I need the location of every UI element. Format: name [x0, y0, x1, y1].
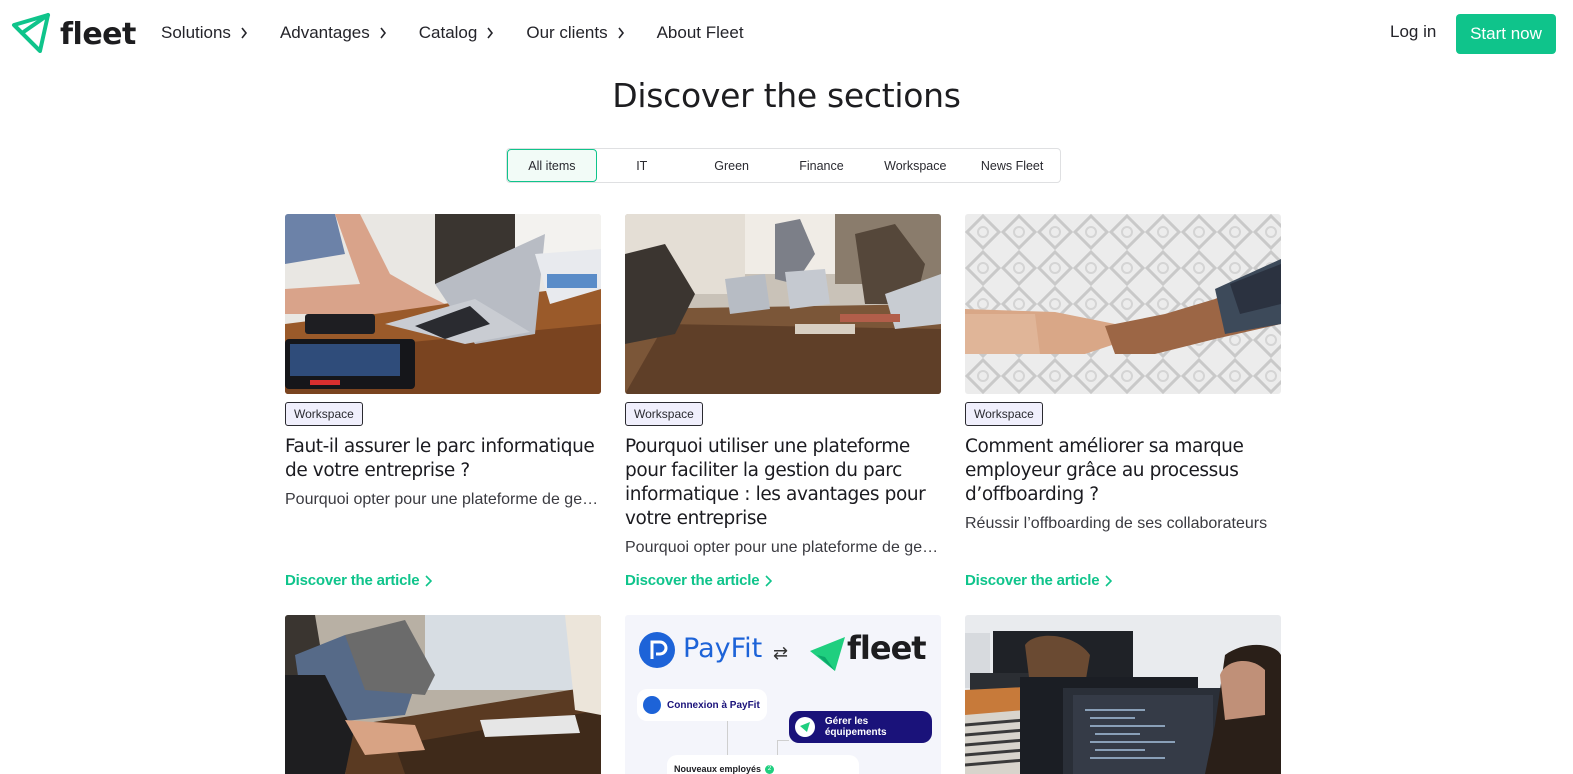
login-link[interactable]: Log in	[1390, 22, 1436, 42]
article-card: Workspace Faut-il assurer le parc inform…	[285, 214, 601, 594]
chevron-right-icon	[765, 574, 773, 587]
nav-about-fleet[interactable]: About Fleet	[657, 22, 744, 44]
nav-label: Solutions	[161, 23, 231, 42]
connect-label: Connexion à PayFit	[667, 699, 760, 711]
new-employees-label: Nouveaux employés	[674, 764, 762, 774]
tab-all-items[interactable]: All items	[507, 149, 597, 182]
tab-news-fleet[interactable]: News Fleet	[964, 149, 1060, 182]
article-excerpt: Réussir l’offboarding de ses collaborate…	[965, 515, 1268, 532]
manage-label: Gérer les équipements	[824, 716, 887, 738]
team-table-image	[285, 615, 601, 774]
article-thumbnail[interactable]	[285, 615, 601, 774]
article-card: Workspace Pourquoi utiliser une platefor…	[625, 214, 941, 594]
fleet-label: fleet	[847, 629, 927, 667]
tab-finance[interactable]: Finance	[777, 149, 867, 182]
fleet-logo-icon	[12, 13, 50, 53]
article-title[interactable]: Faut-il assurer le parc informatique de …	[285, 435, 601, 483]
article-thumbnail[interactable]	[625, 214, 941, 394]
link-label: Discover the article	[285, 572, 420, 589]
tab-green[interactable]: Green	[687, 149, 777, 182]
chevron-right-icon	[425, 574, 433, 587]
article-title[interactable]: Comment améliorer sa marque employeur gr…	[965, 435, 1281, 507]
link-label: Discover the article	[625, 572, 760, 589]
payfit-icon	[643, 696, 661, 714]
payfit-logo-icon	[639, 632, 675, 668]
chevron-right-icon	[617, 27, 624, 39]
fleet-small-icon	[795, 717, 815, 737]
meeting-image	[625, 214, 941, 394]
category-badge: Workspace	[285, 402, 363, 426]
category-tabs: All items IT Green Finance Workspace New…	[506, 148, 1061, 183]
nav-label: Advantages	[279, 23, 370, 42]
tab-it[interactable]: IT	[597, 149, 687, 182]
manage-equipment-card: Gérer les équipements	[789, 711, 932, 743]
connector-line	[777, 740, 789, 741]
fleet-logo-icon	[810, 637, 845, 671]
tab-workspace[interactable]: Workspace	[866, 149, 964, 182]
chevron-right-icon	[1105, 574, 1113, 587]
main-nav: Solutions Advantages Catalog Our clients…	[161, 22, 776, 44]
payfit-label: PayFit	[683, 633, 763, 664]
article-excerpt: Pourquoi opter pour une plateforme de ge…	[285, 491, 601, 508]
developers-image	[965, 615, 1281, 774]
article-thumbnail[interactable]	[965, 615, 1281, 774]
handshake-image	[965, 214, 1281, 394]
nav-catalog[interactable]: Catalog	[419, 22, 495, 44]
sync-arrows-icon: ⇄	[773, 643, 789, 663]
nav-label: About Fleet	[656, 23, 744, 42]
payfit-connect-card: Connexion à PayFit	[637, 689, 767, 721]
discover-article-link[interactable]: Discover the article	[285, 572, 433, 589]
nav-advantages[interactable]: Advantages	[280, 22, 387, 44]
payfit-integration-thumbnail[interactable]: PayFit ⇄ fleet Connexion à PayFit Gérer …	[625, 615, 941, 774]
category-badge: Workspace	[965, 402, 1043, 426]
discover-article-link[interactable]: Discover the article	[625, 572, 773, 589]
chevron-right-icon	[241, 27, 247, 39]
nav-label: Catalog	[418, 23, 478, 42]
new-employees-card: Nouveaux employés 2	[667, 755, 859, 774]
page-title: Discover the sections	[612, 76, 961, 115]
fleet-logo[interactable]: fleet	[10, 11, 136, 57]
site-header: fleet Solutions Advantages Catalog Our c…	[0, 0, 1573, 66]
article-card: Workspace Comment améliorer sa marque em…	[965, 214, 1281, 594]
category-badge: Workspace	[625, 402, 703, 426]
chevron-right-icon	[487, 27, 494, 39]
discover-article-link[interactable]: Discover the article	[965, 572, 1113, 589]
count-badge: 2	[765, 764, 775, 774]
link-label: Discover the article	[965, 572, 1100, 589]
woman-laptop-image	[285, 214, 601, 394]
article-excerpt: Pourquoi opter pour une plateforme de ge…	[625, 539, 941, 556]
article-thumbnail[interactable]	[965, 214, 1281, 394]
article-thumbnail[interactable]	[285, 214, 601, 394]
logo-text: fleet	[60, 16, 136, 52]
article-title[interactable]: Pourquoi utiliser une plateforme pour fa…	[625, 435, 941, 531]
nav-solutions[interactable]: Solutions	[161, 22, 248, 44]
start-now-button[interactable]: Start now	[1456, 14, 1556, 54]
nav-our-clients[interactable]: Our clients	[526, 22, 624, 44]
nav-label: Our clients	[526, 23, 608, 42]
chevron-right-icon	[380, 27, 386, 39]
